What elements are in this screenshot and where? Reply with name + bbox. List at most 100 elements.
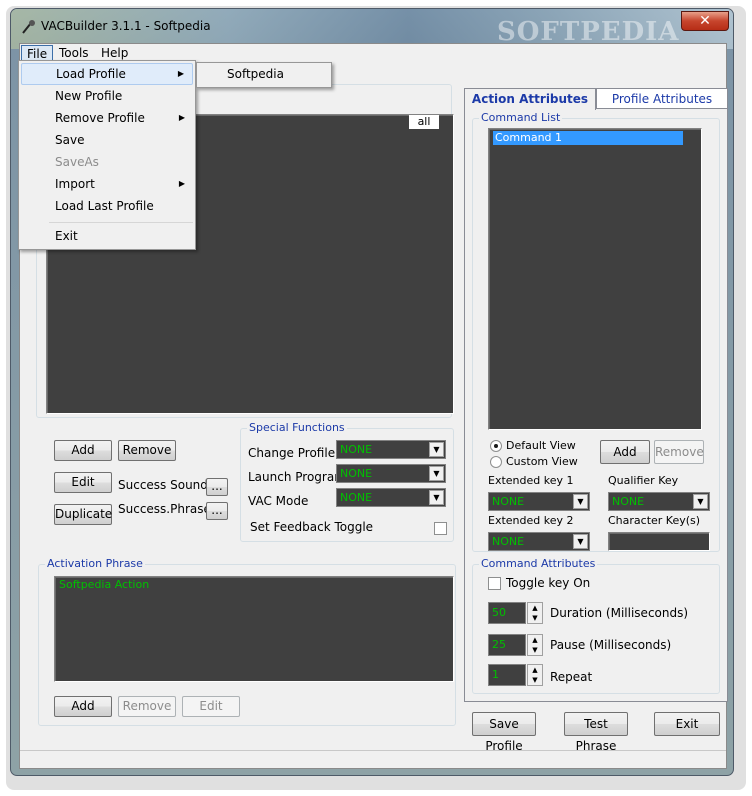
spin-down-icon[interactable]: ▼ [528,675,542,685]
chevron-down-icon: ▼ [429,466,444,481]
chevron-down-icon: ▼ [693,494,708,509]
save-profile-button[interactable]: Save Profile [472,712,536,753]
change-profile-value: NONE [340,443,373,456]
submenu-arrow-icon: ▶ [178,179,185,188]
change-profile-select[interactable]: NONE ▼ [336,440,446,459]
special-functions-title: Special Functions [247,421,347,434]
submenu-arrow-icon: ▶ [177,69,184,78]
activation-add-button[interactable]: Add [54,696,112,717]
qualifier-key-value: NONE [612,495,645,508]
command-list-item[interactable]: Command 1 [493,131,683,145]
success-phrase-label: Success.Phrase [118,502,211,516]
menu-item-remove-profile[interactable]: Remove Profile ▶ [21,107,193,129]
menu-item-exit[interactable]: Exit [21,225,193,247]
remove-button[interactable]: Remove [118,440,176,461]
close-button[interactable]: ✕ [681,11,729,31]
menu-item-label: Save [55,133,85,147]
menu-item-saveas[interactable]: SaveAs [21,151,193,173]
default-view-label: Default View [506,439,576,452]
pause-spinner[interactable]: ▲ ▼ [527,634,543,656]
vac-mode-select[interactable]: NONE ▼ [336,488,446,507]
command-remove-button[interactable]: Remove [654,440,704,464]
vac-mode-label: VAC Mode [248,494,309,508]
repeat-label: Repeat [550,670,593,684]
vac-mode-value: NONE [340,491,373,504]
duplicate-button[interactable]: Duplicate [54,504,112,525]
success-phrase-browse-button[interactable]: ... [206,502,228,520]
qualifier-key-select[interactable]: NONE ▼ [608,492,710,511]
command-list-title: Command List [479,111,563,124]
menu-item-label: Remove Profile [55,111,145,125]
activation-phrase-list[interactable]: Softpedia Action [54,576,454,682]
chevron-down-icon: ▼ [573,534,588,549]
repeat-spinner[interactable]: ▲ ▼ [527,664,543,686]
extended-key-2-label: Extended key 2 [488,514,574,527]
repeat-input[interactable]: 1 [488,664,526,686]
launch-program-select[interactable]: NONE ▼ [336,464,446,483]
menu-item-label: SaveAs [55,155,99,169]
edit-button[interactable]: Edit [54,472,112,493]
custom-view-radio[interactable] [490,456,502,468]
status-bar [20,750,726,768]
extended-key-1-label: Extended key 1 [488,474,574,487]
chevron-down-icon: ▼ [573,494,588,509]
menu-item-label: Exit [55,229,78,243]
launch-program-value: NONE [340,467,373,480]
feedback-toggle-label: Set Feedback Toggle [250,520,374,534]
list-header-all[interactable]: all [409,115,439,129]
file-menu-dropdown: Load Profile ▶ New Profile Remove Profile… [18,60,196,250]
duration-input[interactable]: 50 [488,602,526,624]
submenu-item-softpedia[interactable]: Softpedia [227,67,284,81]
toggle-key-label: Toggle key On [506,576,591,590]
activation-remove-button[interactable]: Remove [118,696,176,717]
menu-item-load-profile[interactable]: Load Profile ▶ [21,63,193,85]
test-phrase-button[interactable]: Test Phrase [564,712,628,753]
command-add-button[interactable]: Add [600,440,650,464]
menu-item-save[interactable]: Save [21,129,193,151]
launch-program-label: Launch Program [248,470,346,484]
success-sound-label: Success Sound [118,478,208,492]
menu-item-new-profile[interactable]: New Profile [21,85,193,107]
duration-label: Duration (Milliseconds) [550,606,689,620]
extended-key-1-value: NONE [492,495,525,508]
menu-item-label: Import [55,177,95,191]
chevron-down-icon: ▼ [429,442,444,457]
window-title: VACBuilder 3.1.1 - Softpedia [41,19,211,33]
command-list[interactable]: Command 1 [488,128,702,430]
pause-label: Pause (Milliseconds) [550,638,672,652]
load-profile-submenu: Softpedia [196,62,332,88]
menu-item-label: Load Last Profile [55,199,154,213]
spin-up-icon[interactable]: ▲ [528,603,542,613]
app-icon [22,20,35,34]
activation-phrase-title: Activation Phrase [45,557,145,570]
toggle-key-checkbox[interactable] [488,577,501,590]
spin-down-icon[interactable]: ▼ [528,613,542,623]
pause-input[interactable]: 25 [488,634,526,656]
extended-key-2-select[interactable]: NONE ▼ [488,532,590,551]
change-profile-label: Change Profile [248,446,336,460]
activation-edit-button[interactable]: Edit [182,696,240,717]
menu-item-load-last-profile[interactable]: Load Last Profile [21,195,193,217]
extended-key-2-value: NONE [492,535,525,548]
menu-item-label: New Profile [55,89,123,103]
activation-phrase-item[interactable]: Softpedia Action [59,578,149,591]
spin-up-icon[interactable]: ▲ [528,665,542,675]
custom-view-label: Custom View [506,455,578,468]
default-view-radio[interactable] [490,440,502,452]
exit-button[interactable]: Exit [654,712,720,736]
success-sound-browse-button[interactable]: ... [206,478,228,496]
menu-separator [49,222,193,223]
menu-item-label: Load Profile [56,67,126,81]
spin-down-icon[interactable]: ▼ [528,645,542,655]
character-keys-input[interactable] [608,532,710,551]
extended-key-1-select[interactable]: NONE ▼ [488,492,590,511]
tab-action-attributes[interactable]: Action Attributes [464,88,596,110]
spin-up-icon[interactable]: ▲ [528,635,542,645]
qualifier-key-label: Qualifier Key [608,474,679,487]
tab-profile-attributes[interactable]: Profile Attributes [596,88,728,108]
menu-item-import[interactable]: Import ▶ [21,173,193,195]
feedback-toggle-checkbox[interactable] [434,522,447,535]
add-button[interactable]: Add [54,440,112,461]
duration-spinner[interactable]: ▲ ▼ [527,602,543,624]
character-keys-label: Character Key(s) [608,514,701,527]
